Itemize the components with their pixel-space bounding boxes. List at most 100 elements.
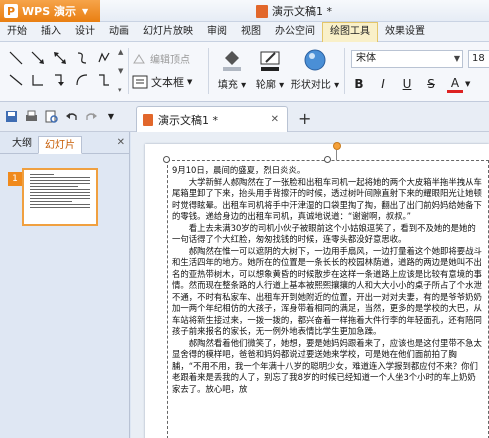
new-tab-plus-icon[interactable]: + [298, 109, 311, 128]
menu-design[interactable]: 设计 [68, 22, 102, 42]
edit-points-icon [133, 53, 145, 63]
rotate-handle[interactable] [333, 142, 341, 150]
font-size-value: 18 [472, 53, 485, 64]
outline-button[interactable]: 轮廓 ▾ [252, 48, 288, 96]
menu-review[interactable]: 审阅 [200, 22, 234, 42]
close-tab-icon[interactable]: ✕ [271, 114, 279, 125]
scroll-down-icon[interactable]: ▼ [118, 67, 126, 75]
font-color-button[interactable]: A [447, 75, 463, 93]
underline-button[interactable]: U [399, 75, 415, 93]
slide-number-badge: 1 [8, 172, 22, 186]
menu-animation[interactable]: 动画 [102, 22, 136, 42]
thumbnail-text-line [30, 204, 90, 205]
scribble-shape-icon[interactable] [94, 48, 114, 68]
edit-points-label: 编辑顶点 [150, 55, 190, 66]
edit-points-button[interactable]: 编辑顶点 [132, 51, 190, 66]
curve-shape-icon[interactable] [72, 48, 92, 68]
close-panel-icon[interactable]: ✕ [117, 137, 125, 148]
app-name: WPS 演示 [22, 5, 76, 18]
corner-connector-icon[interactable] [94, 70, 114, 90]
tab-slides[interactable]: 幻灯片 [38, 136, 82, 154]
textbox-button[interactable]: 文本框 ▼ [132, 74, 192, 90]
font-size-select[interactable]: 18 [468, 50, 489, 68]
document-tab[interactable]: 演示文稿1 * ✕ [136, 106, 288, 132]
fill-button[interactable]: 填充 ▾ [214, 48, 250, 96]
window-title: 演示文稿1 * [256, 3, 332, 19]
customize-quick-access-icon[interactable]: ▼ [104, 109, 118, 123]
resize-handle-top-left[interactable] [163, 156, 170, 163]
tab-outline[interactable]: 大纲 [6, 135, 38, 153]
shape-gallery [6, 48, 118, 94]
shape-effect-label: 形状对比 ▾ [290, 80, 340, 91]
chevron-down-icon[interactable]: ▼ [465, 80, 470, 88]
resize-handle-top[interactable] [324, 156, 331, 163]
menu-insert[interactable]: 插入 [34, 22, 68, 42]
textbox-icon [132, 75, 148, 89]
thumbnail-text-line [30, 201, 72, 202]
thumbnail-text-line [30, 207, 90, 208]
document-tab-label: 演示文稿1 * [158, 113, 218, 127]
diagonal-line-icon[interactable] [6, 70, 26, 90]
shadow-button[interactable]: S [423, 75, 439, 93]
fill-bucket-icon [223, 51, 241, 71]
thumbnail-text-line [30, 189, 90, 190]
presentation-doc-icon [143, 113, 153, 126]
menu-office-space[interactable]: 办公空间 [268, 22, 322, 42]
redo-icon[interactable] [84, 109, 98, 123]
line-shape-icon[interactable] [6, 48, 26, 68]
scroll-up-icon[interactable]: ▲ [118, 48, 126, 56]
menu-effect-settings[interactable]: 效果设置 [378, 22, 432, 42]
menu-slideshow[interactable]: 幻灯片放映 [136, 22, 200, 42]
textbox-label: 文本框 [151, 76, 184, 89]
thumbnail-text-line [30, 195, 90, 196]
ribbon: ▲ ▼ ▾ 编辑顶点 文本框 ▼ 填充 ▾ 轮廓 ▾ 形状对比 ▾ 宋体 ▼ 1… [0, 42, 489, 102]
menu-home[interactable]: 开始 [0, 22, 34, 42]
chevron-down-icon: ▼ [187, 78, 193, 86]
gallery-expand-icon[interactable]: ▾ [118, 86, 126, 94]
double-arrow-shape-icon[interactable] [50, 48, 70, 68]
menu-view[interactable]: 视图 [234, 22, 268, 42]
curved-connector-icon[interactable] [72, 70, 92, 90]
slide-thumbnail[interactable] [22, 168, 98, 226]
slide[interactable]: 9月10日，晨间的盛夏，烈日炎炎。 大学新鲜人郝陶然在了一张脸和出租车司机一起将… [145, 142, 489, 438]
bold-button[interactable]: B [351, 75, 367, 93]
ribbon-divider [344, 48, 345, 94]
presentation-doc-icon [256, 4, 268, 18]
quick-access-icons: ▼ [4, 109, 118, 123]
menu-bar: 开始 插入 设计 动画 幻灯片放映 审阅 视图 办公空间 绘图工具 效果设置 [0, 21, 489, 42]
thumbnail-text-line [30, 183, 90, 184]
menu-drawing-tools[interactable]: 绘图工具 [322, 21, 378, 42]
elbow-connector-icon[interactable] [28, 70, 48, 90]
chevron-down-icon: ▼ [453, 54, 460, 63]
ribbon-divider [128, 48, 129, 94]
shape-effect-icon [304, 49, 326, 71]
title-bar: P WPS 演示 ▼ 演示文稿1 * [0, 0, 489, 22]
wps-app-menu-button[interactable]: P WPS 演示 ▼ [0, 0, 100, 22]
slide-paragraph: 大学新鲜人郝陶然在了一张脸和出租车司机一起将她的两个大皮箱半拖半拽从车尾箱里卸了… [172, 176, 482, 222]
wps-logo-icon: P [4, 4, 18, 18]
print-preview-icon[interactable] [44, 109, 58, 123]
text-box[interactable]: 9月10日，晨间的盛夏，烈日炎炎。 大学新鲜人郝陶然在了一张脸和出租车司机一起将… [167, 160, 489, 438]
thumbnail-text-line [30, 198, 90, 199]
shape-gallery-scroll[interactable]: ▲ ▼ ▾ [118, 48, 126, 94]
print-icon[interactable] [24, 109, 38, 123]
thumbnail-text-line [30, 177, 90, 178]
ribbon-divider [208, 48, 209, 94]
panel-tabs: 大纲 幻灯片 [0, 132, 129, 154]
fill-label: 填充 ▾ [217, 80, 247, 91]
slide-paragraph: 郝陶然在惟一可以遮阴的大树下，一边用手扇风，一边打量着这个她即将要战斗和生活四年… [172, 245, 482, 337]
font-format-row: B I U S A ▼ [351, 75, 470, 93]
thumbnail-text-line [30, 174, 54, 175]
shape-effect-button[interactable]: 形状对比 ▾ [290, 48, 340, 96]
chevron-down-icon: ▼ [81, 6, 89, 16]
slide-paragraph: 看上去未满30岁的司机小伙子被眼前这个小姑娘逗笑了，看到不及她的是她的一句话得了… [172, 222, 476, 245]
font-name-select[interactable]: 宋体 ▼ [351, 50, 463, 68]
undo-icon[interactable] [64, 109, 78, 123]
outline-pen-icon [260, 51, 280, 71]
window-title-text: 演示文稿1 * [272, 5, 332, 18]
italic-button[interactable]: I [375, 75, 391, 93]
thumbnail-text-line [30, 180, 90, 181]
arrow-shape-icon[interactable] [28, 48, 48, 68]
save-icon[interactable] [4, 109, 18, 123]
elbow-arrow-icon[interactable] [50, 70, 70, 90]
